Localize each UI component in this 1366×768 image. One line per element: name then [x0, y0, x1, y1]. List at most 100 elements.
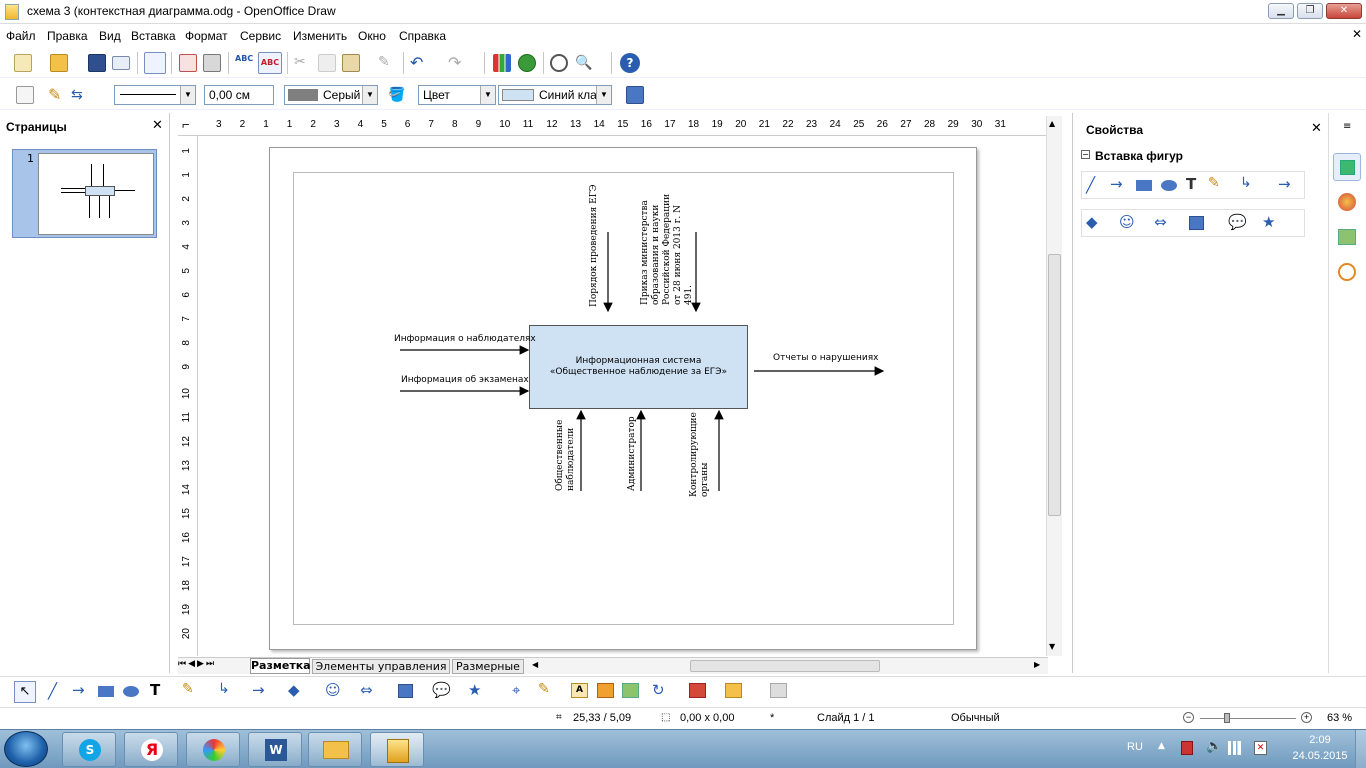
close-icon[interactable]: ✕	[152, 118, 163, 133]
action-center-icon[interactable]: ✕	[1254, 741, 1267, 755]
copy-icon[interactable]	[318, 54, 336, 72]
navigator-icon[interactable]	[518, 54, 536, 72]
open-folder-icon[interactable]	[50, 54, 68, 72]
connector-tool-icon[interactable]: ↳	[1240, 175, 1252, 191]
zoom-slider-handle[interactable]	[1224, 713, 1230, 723]
scroll-up-icon[interactable]: ▲	[1049, 119, 1055, 128]
rectangle-tool-icon[interactable]	[1136, 180, 1152, 191]
menu-edit[interactable]: Правка	[47, 29, 88, 43]
select-tool-icon[interactable]: ↖	[14, 681, 36, 703]
menu-format[interactable]: Формат	[185, 29, 228, 43]
line-tool-icon[interactable]: ╱	[48, 682, 57, 700]
network-icon[interactable]	[1228, 741, 1244, 755]
start-button[interactable]	[4, 731, 48, 767]
tab-dimensions[interactable]: Размерные	[452, 659, 524, 674]
zoom-value[interactable]: 63 %	[1327, 712, 1352, 724]
chart-icon[interactable]	[493, 54, 511, 72]
show-hidden-icons[interactable]: ▲	[1158, 741, 1165, 751]
tab-stop-icon[interactable]: ⌐	[182, 117, 190, 132]
drawing-canvas[interactable]: Информационная система «Общественное наб…	[200, 137, 1045, 656]
styles-tab-icon[interactable]	[1338, 193, 1356, 211]
glue-points-icon[interactable]: ✎	[538, 681, 550, 697]
curve-tool-icon[interactable]: ✎	[182, 681, 194, 697]
menu-modify[interactable]: Изменить	[293, 29, 347, 43]
menu-tools[interactable]: Сервис	[240, 29, 281, 43]
gallery-icon[interactable]	[550, 54, 568, 72]
block-arrow-tool-icon[interactable]: →	[1278, 175, 1291, 193]
tab-navigation-icons[interactable]: ⏮◀▶⏭	[178, 659, 216, 669]
taskbar-app[interactable]	[186, 732, 240, 767]
navigator-tab-icon[interactable]	[1338, 263, 1356, 281]
print-icon[interactable]	[203, 54, 221, 72]
fontwork-icon[interactable]: A	[571, 683, 588, 698]
redo-icon[interactable]: ↷	[448, 54, 466, 72]
tab-controls[interactable]: Элементы управления	[312, 659, 450, 674]
arrow-style-icon[interactable]: ⇆	[71, 86, 89, 104]
paste-icon[interactable]	[342, 54, 360, 72]
stars-icon[interactable]: ★	[1262, 213, 1275, 231]
line-style-select[interactable]: ▼	[114, 85, 196, 105]
shadow-icon[interactable]	[626, 86, 644, 104]
callouts-icon[interactable]: 💬	[432, 681, 451, 699]
cut-icon[interactable]: ✂	[294, 54, 312, 72]
block-arrows-icon[interactable]: ⇔	[360, 681, 373, 699]
language-indicator[interactable]: RU	[1127, 741, 1143, 753]
email-icon[interactable]	[112, 56, 130, 70]
gallery-tab-icon[interactable]	[1338, 229, 1356, 245]
close-document-icon[interactable]: ✕	[1352, 27, 1362, 41]
symbol-shapes-icon[interactable]: ☺	[325, 681, 341, 699]
line-icon[interactable]: ✎	[48, 86, 66, 104]
scroll-right-icon[interactable]: ▶	[1034, 660, 1040, 669]
rectangle-tool-icon[interactable]	[98, 686, 114, 697]
scroll-thumb[interactable]	[1048, 254, 1061, 516]
line-tool-icon[interactable]: ╱	[1086, 176, 1095, 194]
properties-tab[interactable]	[1333, 153, 1361, 181]
line-width-field[interactable]: 0,00 см	[204, 85, 274, 105]
collapse-icon[interactable]: −	[1081, 150, 1090, 159]
basic-shapes-icon[interactable]: ◆	[288, 681, 300, 699]
spellcheck-icon[interactable]: ABC	[235, 54, 253, 72]
menu-window[interactable]: Окно	[358, 29, 386, 43]
taskbar-yandex[interactable]: Я	[124, 732, 178, 767]
tab-layout[interactable]: Разметка	[250, 658, 311, 674]
menu-insert[interactable]: Вставка	[131, 29, 176, 43]
area-color-select[interactable]: Синий кла ▼	[498, 85, 612, 105]
zoom-slider[interactable]	[1200, 718, 1296, 719]
export-pdf-icon[interactable]	[179, 54, 197, 72]
area-icon[interactable]: 🪣	[388, 86, 406, 104]
arrow-tool-icon[interactable]: →	[72, 681, 85, 699]
alignment-icon[interactable]	[689, 683, 706, 698]
format-paintbrush-icon[interactable]: ✎	[378, 54, 396, 72]
text-tool-icon[interactable]: T	[150, 681, 160, 699]
zoom-icon[interactable]: 🔍	[575, 54, 593, 72]
flowchart-icon[interactable]	[398, 684, 413, 698]
block-arrows-icon[interactable]: ⇔	[1154, 213, 1167, 231]
menu-help[interactable]: Справка	[399, 29, 446, 43]
zoom-out-icon[interactable]: −	[1183, 712, 1194, 723]
taskbar-openoffice[interactable]	[370, 732, 424, 767]
close-window-button[interactable]: ✕	[1326, 3, 1362, 19]
taskbar-word[interactable]: W	[248, 732, 302, 767]
menu-view[interactable]: Вид	[99, 29, 121, 43]
stars-icon[interactable]: ★	[468, 681, 481, 699]
volume-icon[interactable]: 🔈	[1206, 739, 1222, 754]
connector-tool-icon[interactable]: ↳	[218, 681, 230, 697]
restore-button[interactable]: ❐	[1297, 3, 1323, 19]
taskbar-skype[interactable]: S	[62, 732, 116, 767]
save-icon[interactable]	[88, 54, 106, 72]
minimize-button[interactable]: ▁	[1268, 3, 1294, 19]
scroll-down-icon[interactable]: ▼	[1049, 642, 1055, 651]
show-desktop-button[interactable]	[1355, 730, 1366, 768]
menu-file[interactable]: Файл	[6, 29, 36, 43]
freeform-tool-icon[interactable]: ✎	[1208, 175, 1220, 191]
text-tool-icon[interactable]: T	[1186, 175, 1196, 193]
vertical-scrollbar[interactable]: ▲ ▼	[1046, 116, 1062, 656]
horizontal-scroll-thumb[interactable]	[690, 660, 880, 672]
help-icon[interactable]: ?	[620, 53, 640, 73]
arrow-tool-icon[interactable]: →	[1110, 175, 1123, 193]
clock-time[interactable]: 2:09	[1290, 734, 1350, 746]
tray-app-icon[interactable]	[1181, 741, 1193, 755]
document-modified-indicator[interactable]: *	[770, 712, 774, 724]
line-color-select[interactable]: Серый ▼	[284, 85, 378, 105]
basic-shapes-icon[interactable]: ◆	[1086, 213, 1098, 231]
